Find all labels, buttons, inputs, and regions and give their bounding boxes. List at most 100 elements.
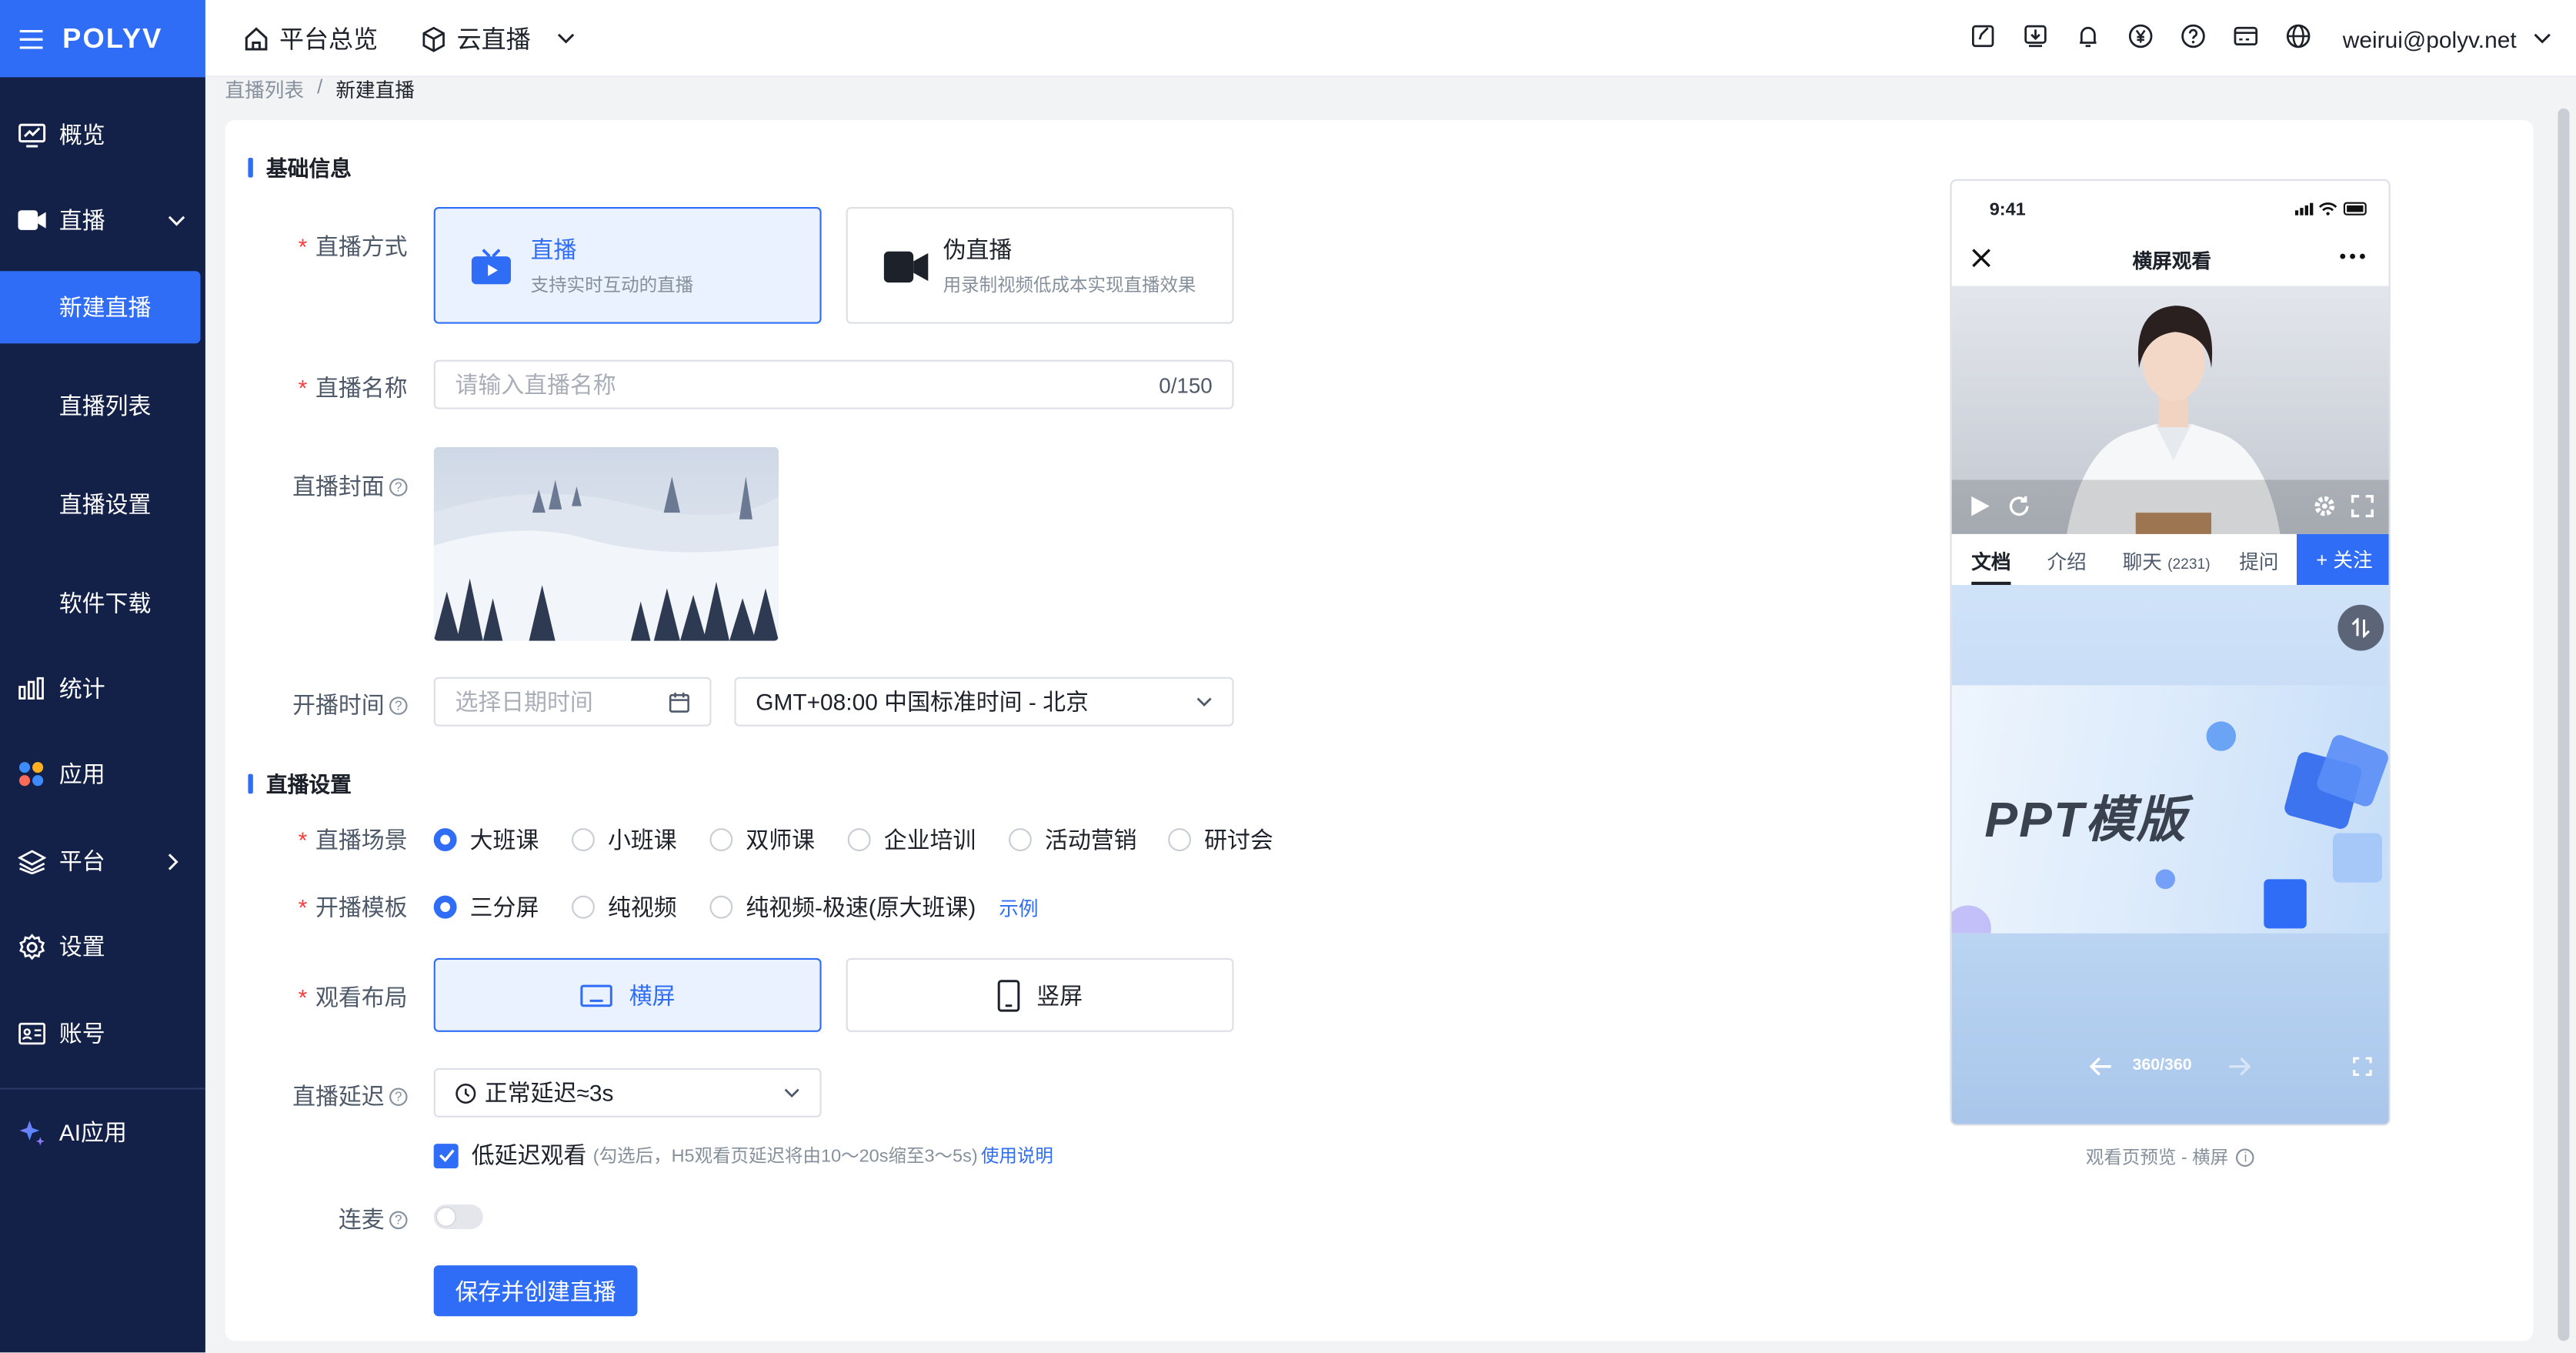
nav-overview-label: 概览 bbox=[58, 122, 105, 149]
sidebar-item-live-list[interactable]: 直播列表 bbox=[0, 369, 205, 442]
cube-icon bbox=[421, 25, 447, 52]
help-icon[interactable] bbox=[2180, 23, 2209, 52]
mode-pseudo-live-option[interactable]: 伪直播 用录制视频低成本实现直播效果 bbox=[846, 207, 1234, 324]
yuan-icon[interactable] bbox=[2127, 23, 2157, 52]
scene-radio-3[interactable]: 企业培训 bbox=[847, 823, 976, 857]
live-name-input[interactable]: 请输入直播名称 0/150 bbox=[433, 359, 1234, 409]
scene-radio-1[interactable]: 小班课 bbox=[572, 823, 677, 857]
product-switcher[interactable]: 云直播 bbox=[421, 0, 576, 77]
switch-icon[interactable] bbox=[2337, 604, 2384, 651]
breadcrumb: 直播列表 / 新建直播 bbox=[225, 75, 415, 103]
refresh-icon[interactable] bbox=[2007, 495, 2030, 518]
help-icon: ? bbox=[389, 1210, 408, 1229]
nav-live[interactable]: 直播 bbox=[0, 200, 205, 239]
settings-icon[interactable] bbox=[2313, 495, 2336, 518]
start-time-picker[interactable]: 选择日期时间 bbox=[433, 676, 712, 727]
breadcrumb-parent[interactable]: 直播列表 bbox=[225, 75, 305, 103]
page-scrollbar[interactable] bbox=[2558, 108, 2570, 1341]
mode-label: * 直播方式 bbox=[298, 233, 408, 260]
delay-select[interactable]: 正常延迟≈3s bbox=[433, 1067, 822, 1117]
section-basic-info: 基础信息 bbox=[248, 151, 352, 182]
low-latency-checkbox[interactable] bbox=[433, 1143, 459, 1168]
timezone-select[interactable]: GMT+08:00 中国标准时间 - 北京 bbox=[734, 676, 1234, 727]
layers-icon bbox=[16, 847, 45, 876]
nav-settings[interactable]: 设置 bbox=[0, 927, 205, 966]
low-latency-label: 低延迟观看 bbox=[471, 1141, 587, 1169]
edit-icon[interactable] bbox=[1970, 23, 1999, 52]
tab-intro[interactable]: 介绍 bbox=[2047, 547, 2086, 575]
menu-icon[interactable] bbox=[19, 28, 43, 48]
sidebar-item-label: 直播列表 bbox=[58, 393, 152, 419]
usage-guide-link[interactable]: 使用说明 bbox=[981, 1142, 1053, 1168]
chat-count: (2231) bbox=[2167, 555, 2211, 573]
tab-document[interactable]: 文档 bbox=[1971, 547, 2011, 586]
bar-chart-icon bbox=[16, 673, 45, 703]
video-player[interactable] bbox=[1951, 286, 2389, 534]
nav-live-label: 直播 bbox=[58, 207, 105, 234]
breadcrumb-current: 新建直播 bbox=[335, 79, 415, 102]
section-live-settings: 直播设置 bbox=[248, 767, 352, 799]
fullscreen-icon[interactable] bbox=[2353, 1057, 2373, 1077]
nav-stats-label: 统计 bbox=[58, 675, 105, 702]
user-menu[interactable]: weirui@polyv.net bbox=[2343, 0, 2551, 77]
help-icon: ? bbox=[389, 477, 408, 496]
name-char-count: 0/150 bbox=[1159, 372, 1213, 397]
help-icon: ? bbox=[389, 696, 408, 714]
radio bbox=[847, 828, 871, 852]
tab-questions[interactable]: 提问 bbox=[2239, 547, 2278, 575]
cover-label: 直播封面? bbox=[243, 470, 408, 503]
mode-live-option[interactable]: 直播 支持实时互动的直播 bbox=[433, 207, 822, 324]
layout-portrait-option[interactable]: 竖屏 bbox=[846, 957, 1234, 1032]
scene-radio-0[interactable]: 大班课 bbox=[433, 823, 539, 857]
fullscreen-icon[interactable] bbox=[2351, 495, 2374, 518]
scene-radio-5[interactable]: 研讨会 bbox=[1168, 823, 1273, 857]
sidebar-item-new-live[interactable]: 新建直播 bbox=[0, 271, 201, 344]
preview-title: 横屏观看 bbox=[2132, 249, 2211, 273]
breadcrumb-separator: / bbox=[317, 75, 323, 99]
sidebar-item-label: 软件下载 bbox=[58, 590, 152, 616]
radio-selected bbox=[433, 895, 457, 919]
nav-overview[interactable]: 概览 bbox=[0, 115, 205, 154]
layout-landscape-option[interactable]: 横屏 bbox=[433, 957, 822, 1032]
chevron-down-icon bbox=[783, 1088, 799, 1098]
status-time: 9:41 bbox=[1989, 200, 2026, 221]
sidebar-item-live-settings[interactable]: 直播设置 bbox=[0, 469, 205, 541]
template-radio-2[interactable]: 纯视频-极速(原大班课) bbox=[709, 890, 976, 924]
sidebar-item-label: 直播设置 bbox=[58, 491, 152, 518]
scene-radio-2[interactable]: 双师课 bbox=[709, 823, 815, 857]
chevron-down-icon bbox=[168, 215, 185, 226]
nav-stats[interactable]: 统计 bbox=[0, 669, 205, 708]
tv-icon bbox=[471, 248, 512, 285]
play-icon[interactable] bbox=[1968, 495, 1991, 518]
tab-chat[interactable]: 聊天 (2231) bbox=[2123, 547, 2211, 575]
mic-label: 连麦? bbox=[243, 1203, 408, 1236]
nav-settings-label: 设置 bbox=[58, 933, 105, 960]
cover-image[interactable] bbox=[433, 446, 779, 641]
download-icon[interactable] bbox=[2022, 23, 2051, 52]
template-radio-0[interactable]: 三分屏 bbox=[433, 890, 539, 924]
nav-apps[interactable]: 应用 bbox=[0, 754, 205, 793]
more-icon[interactable] bbox=[2340, 253, 2366, 260]
follow-button[interactable]: + 关注 bbox=[2297, 533, 2389, 586]
help-icon: ? bbox=[389, 1087, 408, 1105]
arrow-right-icon[interactable] bbox=[2227, 1057, 2251, 1077]
nav-platform[interactable]: 平台 bbox=[0, 841, 205, 880]
radio bbox=[1168, 828, 1192, 852]
bell-icon[interactable] bbox=[2075, 23, 2104, 52]
arrow-left-icon[interactable] bbox=[2089, 1057, 2113, 1077]
nav-ai-apps[interactable]: AI应用 bbox=[0, 1113, 205, 1152]
globe-icon[interactable] bbox=[2285, 23, 2314, 52]
template-radio-1[interactable]: 纯视频 bbox=[572, 890, 677, 924]
sidebar-item-software-download[interactable]: 软件下载 bbox=[0, 567, 205, 640]
home-link[interactable]: 平台总览 bbox=[243, 0, 378, 77]
top-bar: 平台总览 云直播 weirui@polyv.net bbox=[205, 0, 2576, 78]
save-create-button[interactable]: 保存并创建直播 bbox=[433, 1265, 638, 1317]
nav-account[interactable]: 账号 bbox=[0, 1014, 205, 1053]
card-icon[interactable] bbox=[2233, 23, 2262, 52]
mode-live-title: 直播 bbox=[530, 236, 577, 263]
radio bbox=[572, 828, 595, 852]
info-icon: i bbox=[2236, 1148, 2255, 1166]
scene-radio-4[interactable]: 活动营销 bbox=[1009, 823, 1137, 857]
mic-toggle[interactable] bbox=[433, 1204, 483, 1230]
template-example-link[interactable]: 示例 bbox=[999, 894, 1038, 922]
